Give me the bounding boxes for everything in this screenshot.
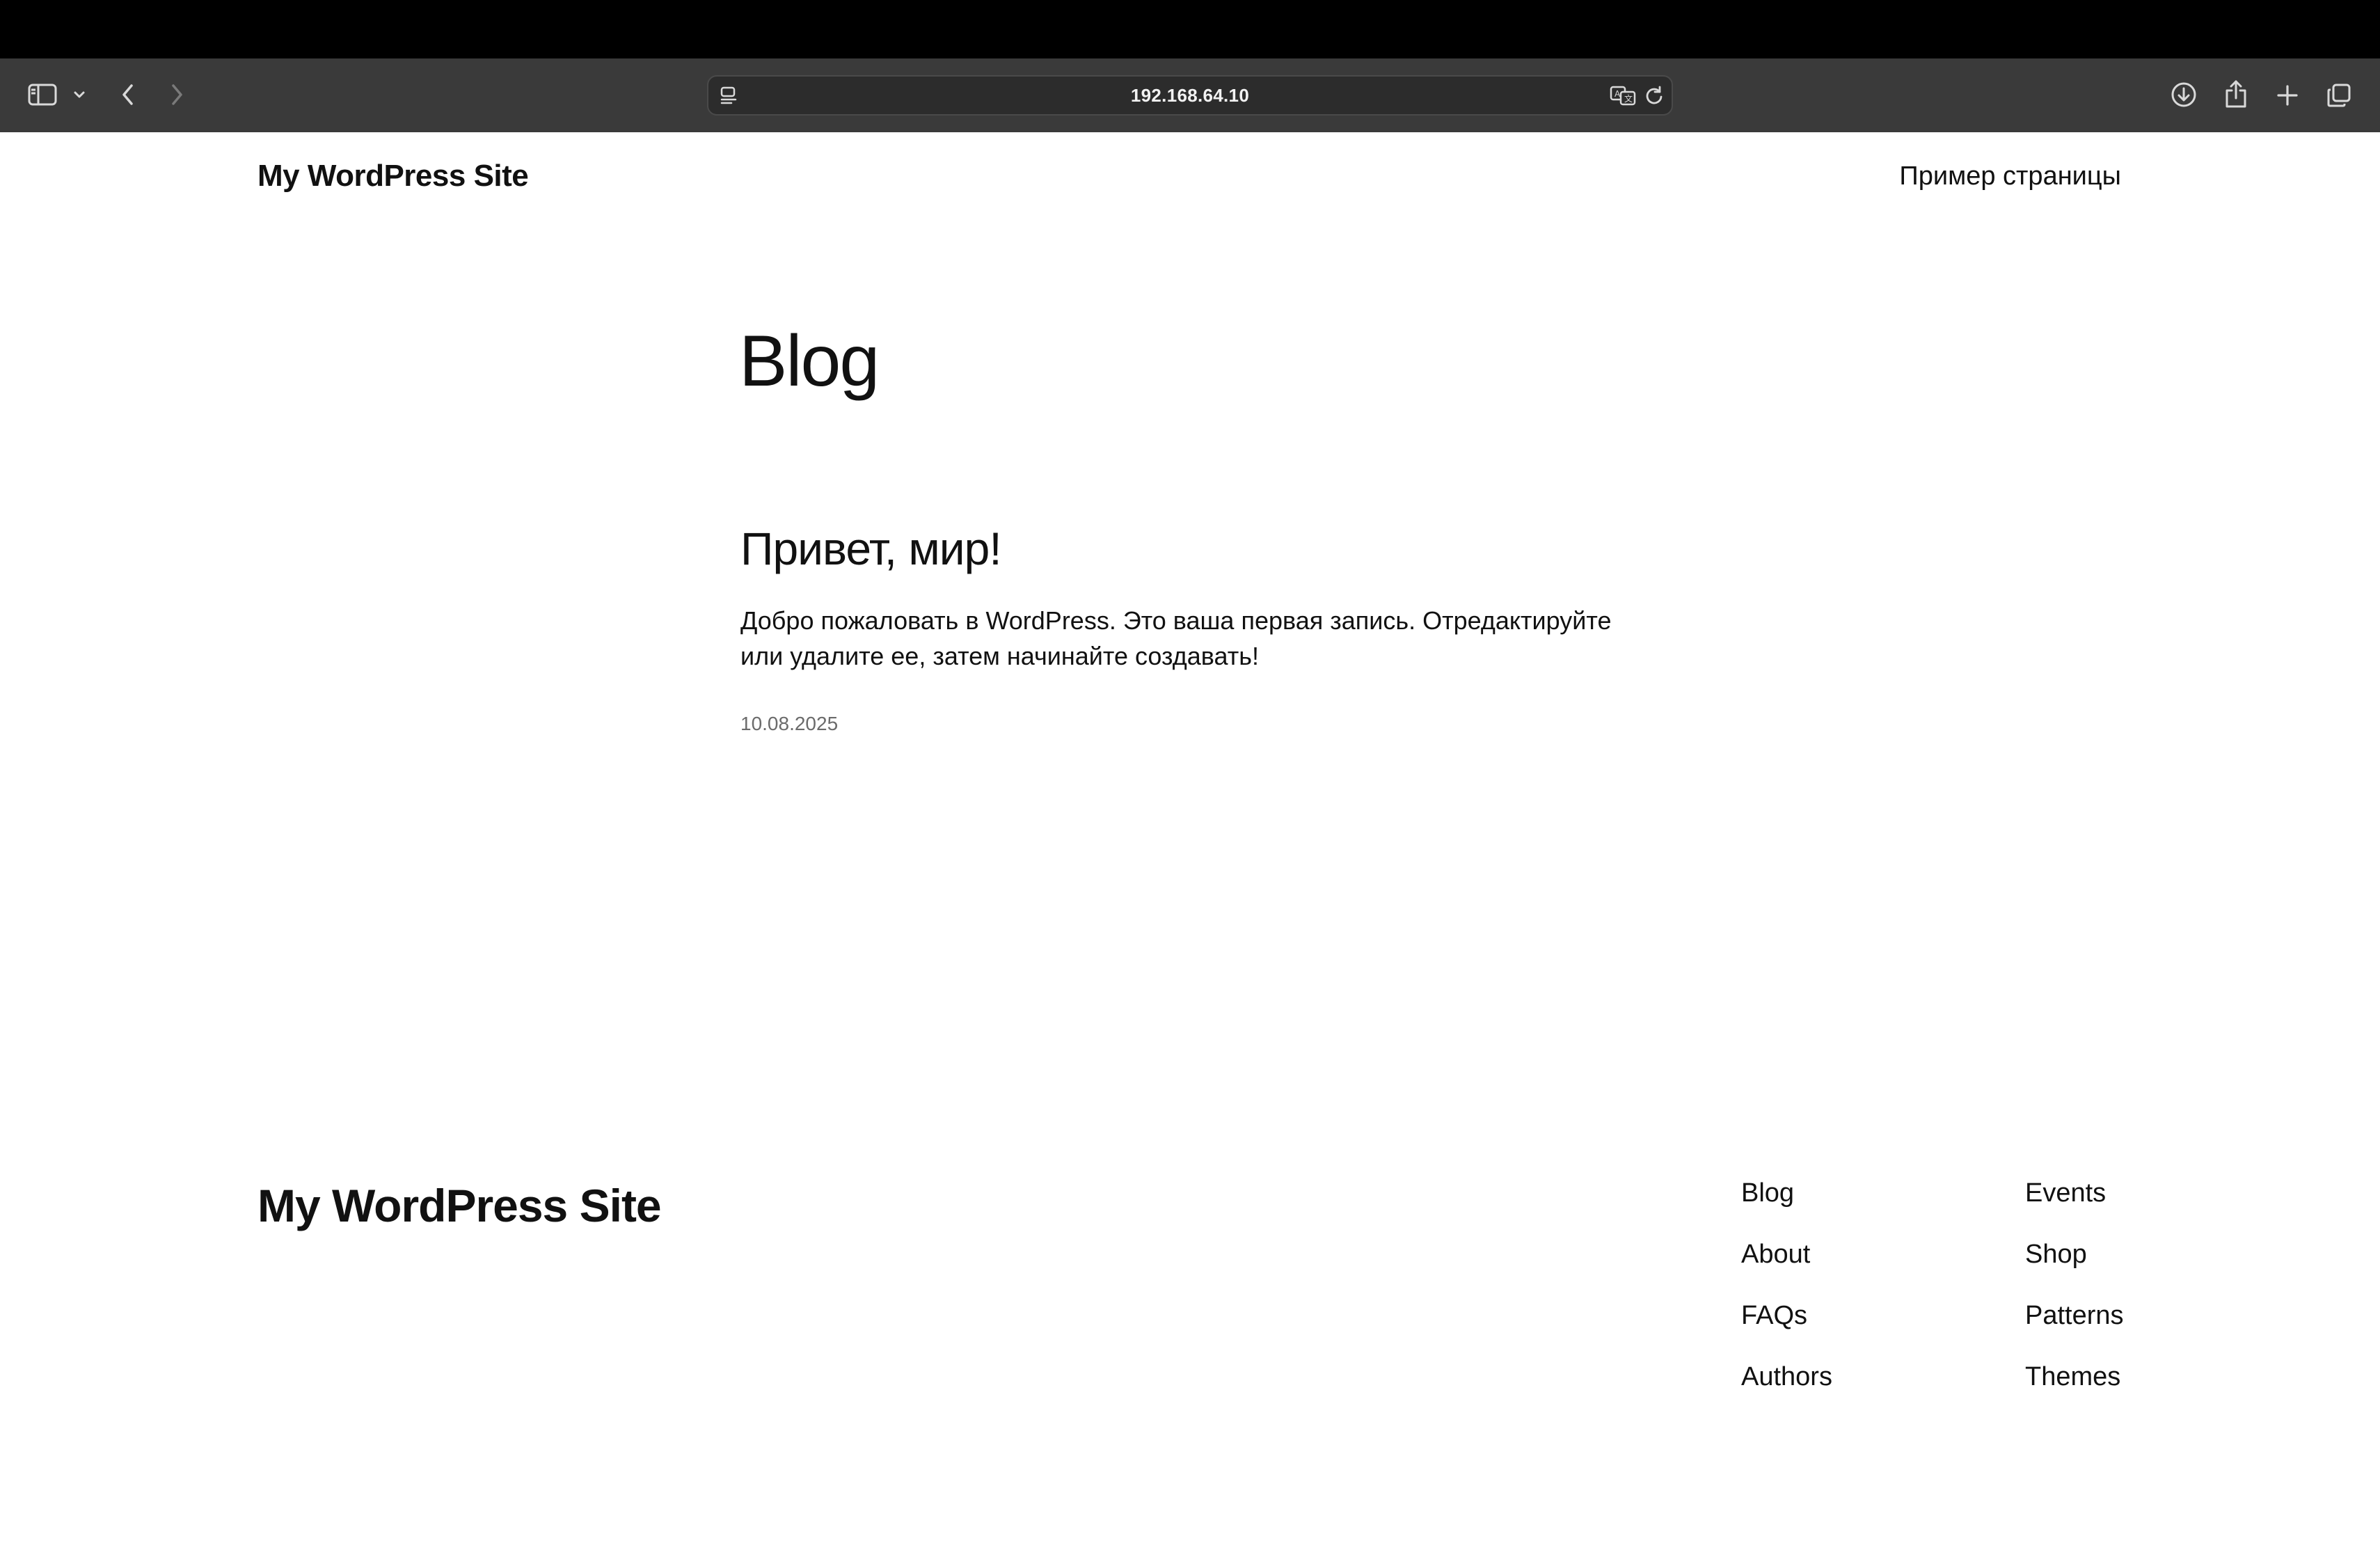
download-icon[interactable] [2167, 78, 2200, 111]
chevron-right-icon [169, 83, 184, 106]
translate-icon[interactable]: A 文 [1608, 82, 1638, 109]
share-icon[interactable] [2220, 77, 2252, 111]
reload-icon[interactable] [1641, 82, 1667, 109]
chevron-left-icon [120, 83, 136, 106]
system-menubar [0, 0, 2380, 58]
chevron-down-icon[interactable] [67, 84, 92, 106]
footer-link-themes[interactable]: Themes [2025, 1360, 2124, 1421]
post-title[interactable]: Привет, мир! [740, 522, 1002, 575]
back-button[interactable] [114, 79, 142, 110]
site-title[interactable]: My WordPress Site [257, 159, 529, 194]
tabs-icon[interactable] [2323, 79, 2355, 111]
post-date: 10.08.2025 [740, 713, 839, 734]
footer-link-blog[interactable]: Blog [1741, 1176, 1832, 1238]
footer-link-faqs[interactable]: FAQs [1741, 1299, 1832, 1360]
browser-toolbar: 192.168.64.10 A 文 [0, 58, 2380, 133]
footer-nav-column-2: Events Shop Patterns Themes [2025, 1176, 2124, 1421]
footer-link-authors[interactable]: Authors [1741, 1360, 1832, 1421]
svg-text:文: 文 [1624, 93, 1633, 104]
sidebar-icon[interactable] [25, 79, 60, 110]
web-page: My WordPress Site Пример страницы Blog П… [0, 132, 2380, 1548]
address-bar[interactable]: 192.168.64.10 A 文 [707, 75, 1673, 116]
page-title: Blog [739, 321, 880, 402]
nav-link-sample-page[interactable]: Пример страницы [1899, 161, 2121, 191]
footer-nav-column-1: Blog About FAQs Authors [1741, 1176, 1832, 1421]
forward-button[interactable] [163, 79, 191, 110]
plus-icon[interactable] [2271, 79, 2303, 111]
footer-link-patterns[interactable]: Patterns [2025, 1299, 2124, 1360]
address-text: 192.168.64.10 [1130, 84, 1250, 106]
footer-link-shop[interactable]: Shop [2025, 1238, 2124, 1299]
footer-link-about[interactable]: About [1741, 1238, 1832, 1299]
svg-text:A: A [1615, 89, 1621, 99]
footer-link-events[interactable]: Events [2025, 1176, 2124, 1238]
post-excerpt: Добро пожаловать в WordPress. Это ваша п… [740, 606, 1612, 670]
footer-site-title[interactable]: My WordPress Site [257, 1179, 662, 1232]
